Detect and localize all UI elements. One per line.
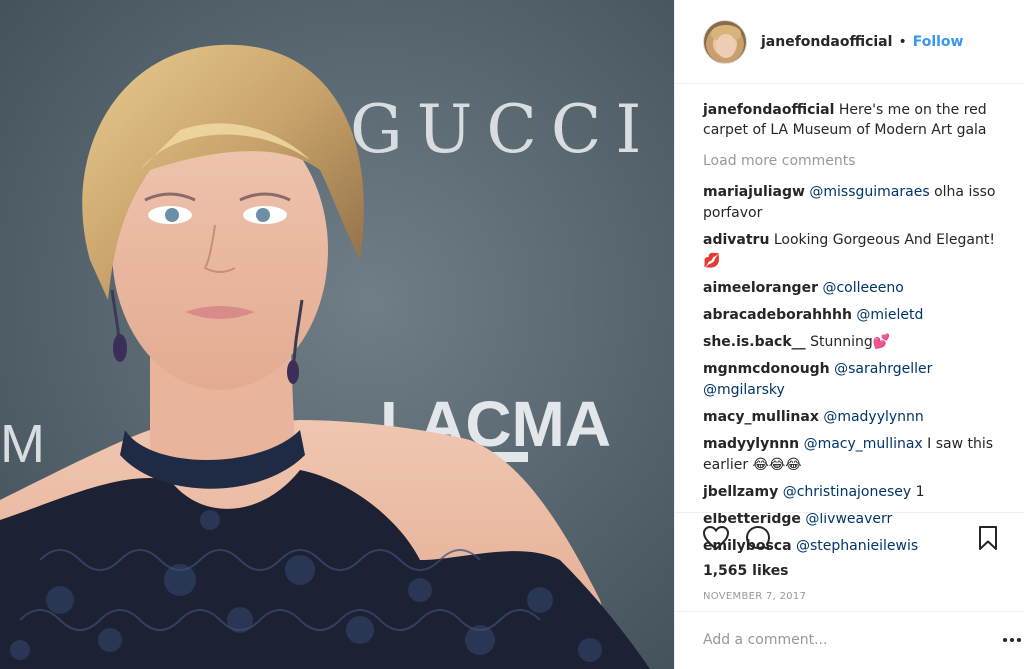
comment-item: mariajuliagw @missguimaraes olha isso po… [703, 182, 1003, 224]
comment-mention[interactable]: @madyylynnn [823, 409, 923, 425]
follow-button[interactable]: Follow [913, 34, 964, 50]
header-username[interactable]: janefondaofficial [761, 34, 892, 50]
bookmark-icon [979, 526, 997, 550]
caption-username[interactable]: janefondaofficial [703, 102, 834, 118]
like-button[interactable] [701, 523, 731, 553]
avatar[interactable] [703, 19, 747, 64]
comment-item: jbellzamy @christinajonesey 1 [703, 482, 1003, 503]
post-header: janefondaofficial • Follow [675, 0, 1024, 84]
post-side-panel: janefondaofficial • Follow janefondaoffi… [674, 0, 1024, 669]
comment-username[interactable]: aimeeloranger [703, 280, 818, 296]
header-separator: • [898, 33, 907, 50]
comment-username[interactable]: she.is.back__ [703, 334, 806, 350]
save-button[interactable] [973, 523, 1003, 553]
comment-item: aimeeloranger @colleeeno [703, 278, 1003, 299]
comment-item: macy_mullinax @madyylynnn [703, 407, 1003, 428]
comment-item: abracadeborahhhh @mieletd [703, 305, 1003, 326]
avatar-face [716, 33, 736, 58]
comment-item: mgnmcdonough @sarahrgeller @mgilarsky [703, 359, 1003, 401]
comments-list: janefondaofficial Here's me on the red c… [703, 100, 1003, 563]
caption: janefondaofficial Here's me on the red c… [703, 100, 1003, 140]
comment-username[interactable]: mariajuliagw [703, 184, 805, 200]
post-photo[interactable]: GUCCI LACMA M [0, 0, 674, 669]
comment-username[interactable]: mgnmcdonough [703, 361, 830, 377]
comment-username[interactable]: adivatru [703, 232, 769, 248]
comment-username[interactable]: macy_mullinax [703, 409, 819, 425]
action-icons [701, 523, 1001, 557]
comment-text: Stunning💕 [810, 334, 891, 350]
comment-username[interactable]: abracadeborahhhh [703, 307, 852, 323]
comment-text: 1 [911, 484, 925, 500]
post-date: NOVEMBER 7, 2017 [703, 591, 807, 602]
backdrop-m-text: M [0, 414, 45, 474]
load-more-comments-button[interactable]: Load more comments [703, 152, 1003, 170]
comment-mention[interactable]: @mieletd [856, 307, 923, 323]
more-options-icon[interactable] [1003, 638, 1024, 646]
more-dot [1010, 638, 1014, 642]
more-dot [1017, 638, 1021, 642]
heart-icon [702, 525, 730, 551]
comment-username[interactable]: madyylynnn [703, 436, 799, 452]
comment-mention[interactable]: @missguimaraes [809, 184, 929, 200]
comment-item: adivatru Looking Gorgeous And Elegant! 💋 [703, 230, 1003, 272]
more-dot [1003, 638, 1007, 642]
photo-illustration: GUCCI LACMA M [0, 0, 674, 669]
add-comment-bar [675, 611, 1024, 669]
comment-mention[interactable]: @christinajonesey [783, 484, 911, 500]
comment-bubble-icon [746, 526, 770, 550]
comment-mention[interactable]: @colleeeno [822, 280, 903, 296]
instagram-post: GUCCI LACMA M janefondaofficial • Follow… [0, 0, 1024, 669]
backdrop-gucci-text: GUCCI [350, 91, 655, 168]
add-comment-input[interactable] [703, 632, 963, 648]
comment-item: madyylynnn @macy_mullinax I saw this ear… [703, 434, 1003, 476]
comment-mention[interactable]: @macy_mullinax [804, 436, 923, 452]
comment-button[interactable] [743, 523, 773, 553]
likes-count[interactable]: 1,565 likes [703, 563, 789, 579]
post-actions: 1,565 likes NOVEMBER 7, 2017 [675, 512, 1024, 668]
comment-username[interactable]: jbellzamy [703, 484, 778, 500]
comment-item: she.is.back__ Stunning💕 [703, 332, 1003, 353]
